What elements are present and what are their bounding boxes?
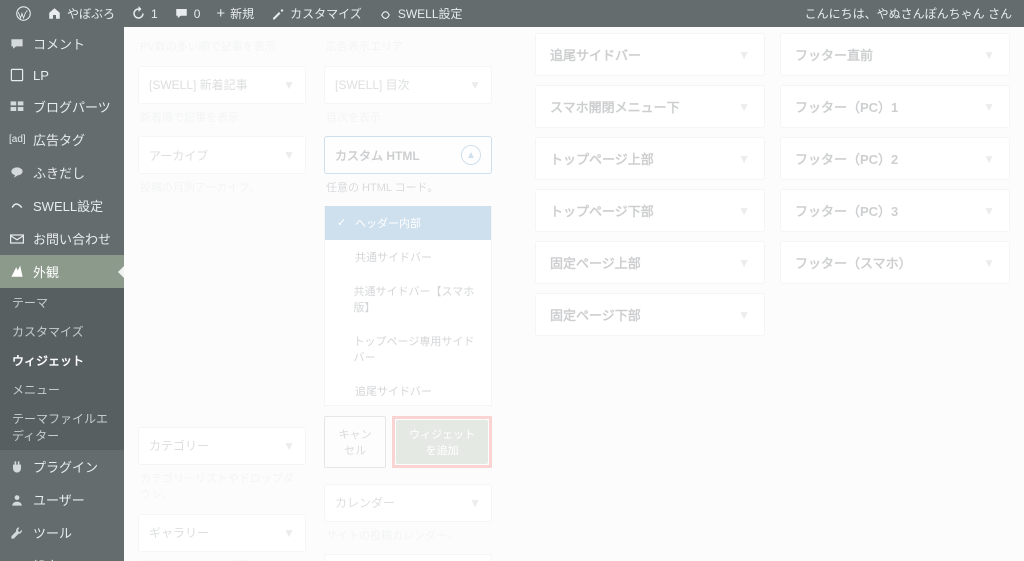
submenu-customize[interactable]: カスタマイズ bbox=[0, 317, 124, 346]
submenu-widgets[interactable]: ウィジェット bbox=[0, 346, 124, 375]
new-content[interactable]: +新規 bbox=[208, 0, 262, 27]
menu-comments[interactable]: コメント bbox=[0, 27, 124, 60]
updates[interactable]: 1 bbox=[123, 0, 166, 27]
menu-blog-parts[interactable]: ブログパーツ bbox=[0, 90, 124, 123]
comments-count[interactable]: 0 bbox=[166, 0, 209, 27]
submenu-themes[interactable]: テーマ bbox=[0, 288, 124, 317]
submenu-theme-editor[interactable]: テーマファイルエディター bbox=[0, 404, 124, 450]
wp-logo[interactable] bbox=[8, 0, 39, 27]
admin-toolbar: やぼぶろ 1 0 +新規 カスタマイズ SWELL設定 こんにちは、やぬさんぽん… bbox=[0, 0, 1024, 27]
menu-plugins[interactable]: プラグイン bbox=[0, 450, 124, 483]
admin-sidebar: コメント LP ブログパーツ [ad]広告タグ ふきだし SWELL設定 お問い… bbox=[0, 27, 124, 561]
modal-overlay bbox=[124, 27, 1024, 561]
menu-swell[interactable]: SWELL設定 bbox=[0, 189, 124, 222]
menu-contact[interactable]: お問い合わせ bbox=[0, 222, 124, 255]
menu-tools[interactable]: ツール bbox=[0, 516, 124, 549]
menu-ad-tag[interactable]: [ad]広告タグ bbox=[0, 123, 124, 156]
menu-appearance[interactable]: 外観 bbox=[0, 255, 124, 288]
menu-users[interactable]: ユーザー bbox=[0, 483, 124, 516]
swell-settings-link[interactable]: SWELL設定 bbox=[370, 0, 471, 27]
greeting[interactable]: こんにちは、やぬさんぽんちゃん さん bbox=[805, 5, 1016, 22]
site-home[interactable]: やぼぶろ bbox=[39, 0, 123, 27]
main-content: PV数の多い順で記事を表示 [SWELL] 新着記事▼ 新着順で記事を表示 アー… bbox=[124, 27, 1024, 561]
menu-settings[interactable]: 設定 bbox=[0, 549, 124, 561]
menu-lp[interactable]: LP bbox=[0, 60, 124, 90]
customize-link[interactable]: カスタマイズ bbox=[262, 0, 370, 27]
submenu-menus[interactable]: メニュー bbox=[0, 375, 124, 404]
menu-balloon[interactable]: ふきだし bbox=[0, 156, 124, 189]
